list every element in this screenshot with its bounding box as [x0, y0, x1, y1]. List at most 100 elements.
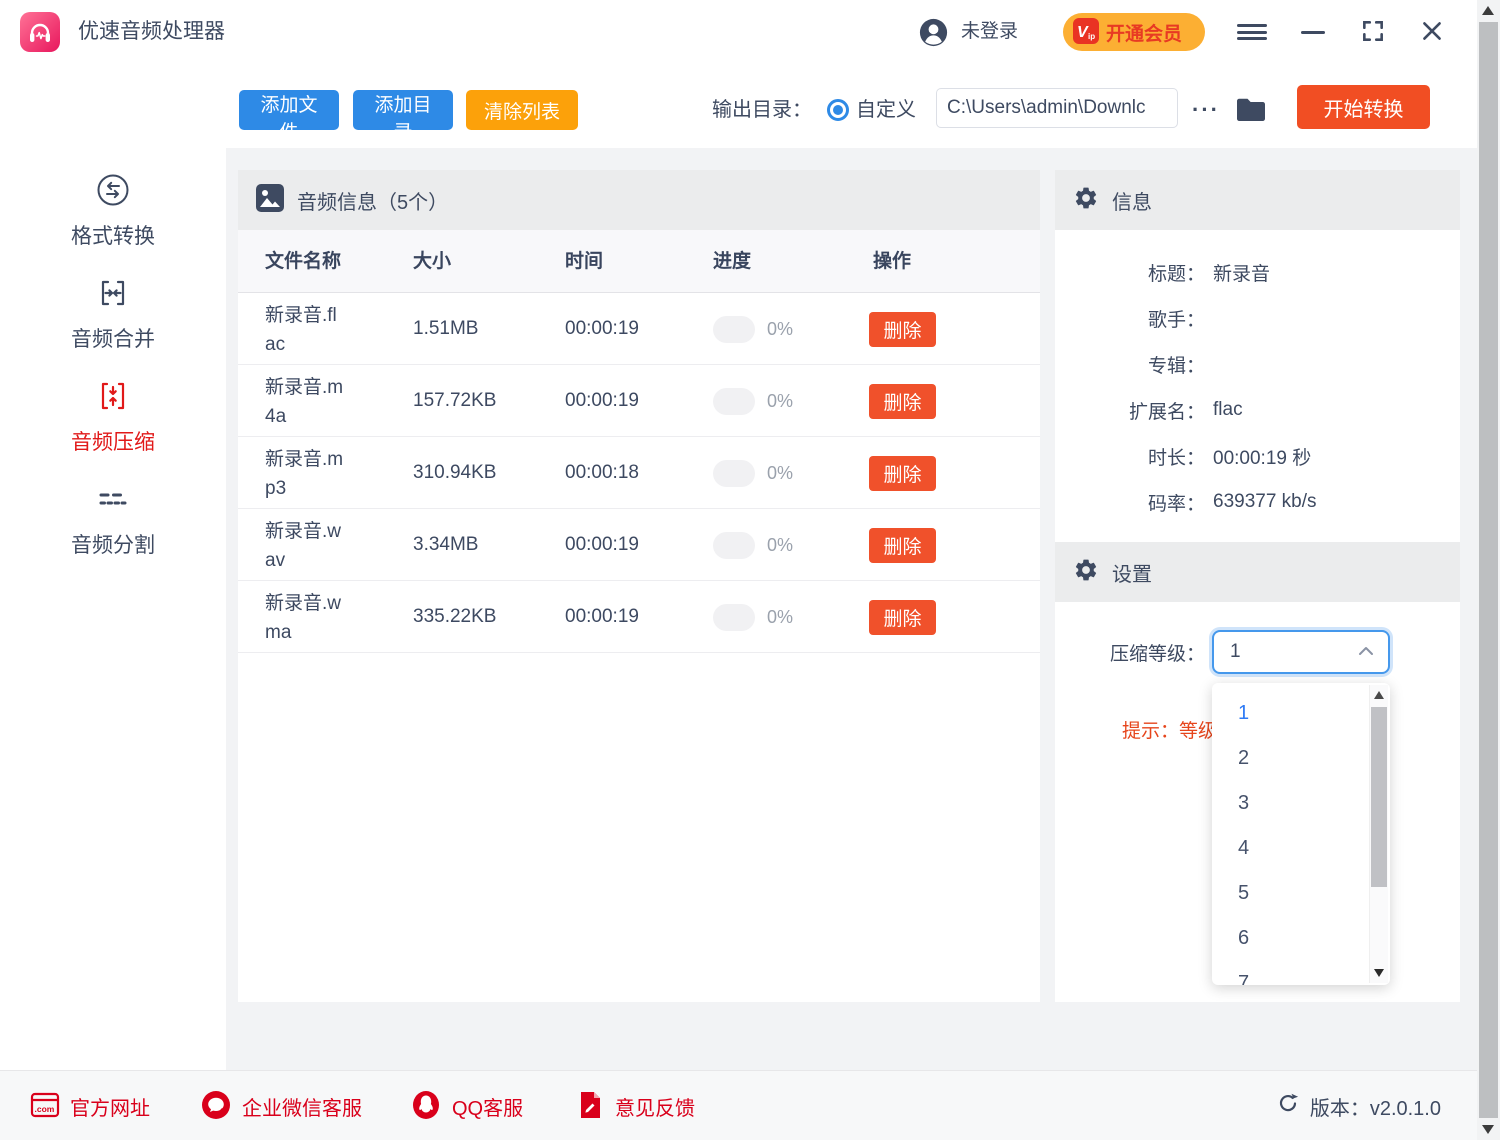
audio-info-panel: 音频信息（5个） 文件名称 大小 时间 进度 操作 新录音.flac 1.51M…	[238, 170, 1040, 1002]
delete-button[interactable]: 删除	[869, 600, 936, 635]
login-status[interactable]: 未登录	[961, 0, 1018, 64]
app-title: 优速音频处理器	[78, 0, 225, 64]
audio-split-icon	[95, 505, 131, 520]
official-website-link[interactable]: .com 官方网址	[30, 1071, 150, 1140]
selected-level-value: 1	[1230, 641, 1241, 663]
column-time: 时间	[565, 230, 603, 293]
file-progress: 0%	[713, 437, 793, 509]
dropdown-option-6[interactable]: 6	[1212, 916, 1368, 961]
folder-icon	[1235, 111, 1267, 126]
sidebar-item-audio-merge[interactable]: 音频合并	[0, 275, 226, 353]
dropdown-options: 1 2 3 4 5 6 7	[1212, 691, 1368, 985]
minimize-icon	[1301, 31, 1325, 34]
refresh-icon[interactable]	[1276, 1091, 1300, 1121]
scroll-down-icon[interactable]	[1374, 969, 1384, 977]
app-logo-icon	[20, 12, 60, 52]
settings-header: 设置	[1055, 542, 1460, 602]
dropdown-option-4[interactable]: 4	[1212, 826, 1368, 871]
output-dir-label: 输出目录：	[712, 90, 812, 130]
sidebar-item-label: 格式转换	[0, 220, 226, 250]
maximize-icon	[1360, 18, 1386, 47]
file-size: 1.51MB	[413, 293, 478, 365]
dropdown-option-3[interactable]: 3	[1212, 781, 1368, 826]
file-size: 157.72KB	[413, 365, 496, 437]
dropdown-option-7[interactable]: 7	[1212, 961, 1368, 985]
info-field-extension: 扩展名：flac	[1055, 387, 1460, 433]
scroll-down-icon[interactable]	[1482, 1125, 1494, 1134]
progress-pill	[713, 604, 755, 631]
file-name: 新录音.wav	[265, 517, 347, 575]
sidebar-item-audio-split[interactable]: 音频分割	[0, 481, 226, 559]
info-field-duration: 时长：00:00:19 秒	[1055, 433, 1460, 479]
delete-button[interactable]: 删除	[869, 456, 936, 491]
file-progress: 0%	[713, 509, 793, 581]
add-directory-button[interactable]: 添加目录	[353, 90, 453, 130]
column-progress: 进度	[713, 230, 751, 293]
file-name: 新录音.flac	[265, 301, 347, 359]
wechat-support-link[interactable]: 企业微信客服	[200, 1071, 362, 1140]
dropdown-option-2[interactable]: 2	[1212, 736, 1368, 781]
sidebar-item-audio-compress[interactable]: 音频压缩	[0, 378, 226, 456]
info-field-artist: 歌手：	[1055, 295, 1460, 341]
table-row: 新录音.flac 1.51MB 00:00:19 0% 删除	[238, 293, 1040, 365]
file-size: 310.94KB	[413, 437, 496, 509]
feedback-link[interactable]: 意见反馈	[575, 1071, 695, 1140]
delete-button[interactable]: 删除	[869, 384, 936, 419]
output-path-input[interactable]	[936, 88, 1178, 128]
file-progress: 0%	[713, 293, 793, 365]
toolbar: 添加文件 添加目录 清除列表 输出目录： 自定义 ··· 开始转换	[226, 64, 1477, 148]
svg-text:ip: ip	[1088, 32, 1095, 41]
file-time: 00:00:19	[565, 509, 639, 581]
dropdown-scrollbar[interactable]	[1369, 685, 1388, 983]
settings-title: 设置	[1112, 558, 1152, 587]
clear-list-button[interactable]: 清除列表	[466, 90, 578, 130]
gear-icon	[1073, 557, 1099, 588]
close-button[interactable]	[1412, 0, 1452, 64]
qq-support-link[interactable]: QQ客服	[410, 1071, 523, 1140]
info-title: 信息	[1112, 186, 1152, 215]
file-size: 3.34MB	[413, 509, 478, 581]
app-window: 优速音频处理器 未登录 V ip 开通会员	[0, 0, 1500, 1140]
info-field-album: 专辑：	[1055, 341, 1460, 387]
user-avatar-icon[interactable]	[919, 18, 948, 47]
minimize-button[interactable]	[1293, 0, 1333, 64]
compression-level-select[interactable]: 1	[1212, 630, 1390, 674]
browse-more-button[interactable]: ···	[1184, 90, 1228, 130]
table-row: 新录音.m4a 157.72KB 00:00:19 0% 删除	[238, 365, 1040, 437]
format-convert-icon	[95, 196, 131, 211]
titlebar: 优速音频处理器 未登录 V ip 开通会员	[0, 0, 1477, 64]
wechat-icon	[200, 1089, 232, 1124]
svg-text:.com: .com	[35, 1104, 55, 1114]
add-file-button[interactable]: 添加文件	[239, 90, 339, 130]
menu-button[interactable]	[1232, 0, 1272, 64]
delete-button[interactable]: 删除	[869, 528, 936, 563]
delete-button[interactable]: 删除	[869, 312, 936, 347]
scroll-up-icon[interactable]	[1374, 691, 1384, 699]
dropdown-scrollbar-thumb[interactable]	[1371, 707, 1387, 887]
info-fields: 标题：新录音 歌手： 专辑： 扩展名：flac 时长：00:00:19 秒 码率…	[1055, 249, 1460, 525]
open-folder-button[interactable]	[1229, 90, 1273, 130]
table-row: 新录音.wma 335.22KB 00:00:19 0% 删除	[238, 581, 1040, 653]
start-convert-button[interactable]: 开始转换	[1297, 85, 1430, 129]
audio-merge-icon	[95, 299, 131, 314]
audio-info-title: 音频信息（5个）	[297, 186, 448, 215]
custom-radio[interactable]	[827, 99, 849, 121]
column-action: 操作	[873, 230, 911, 293]
scroll-up-icon[interactable]	[1482, 6, 1494, 15]
dropdown-option-5[interactable]: 5	[1212, 871, 1368, 916]
sidebar-item-format-convert[interactable]: 格式转换	[0, 172, 226, 250]
vip-label: 开通会员	[1106, 19, 1182, 46]
open-vip-button[interactable]: V ip 开通会员	[1063, 13, 1205, 51]
file-progress: 0%	[713, 365, 793, 437]
compression-level-dropdown: 1 2 3 4 5 6 7	[1212, 683, 1390, 985]
audio-compress-icon	[95, 402, 131, 417]
column-filename: 文件名称	[265, 230, 341, 293]
file-name: 新录音.m4a	[265, 373, 347, 431]
progress-pill	[713, 460, 755, 487]
file-name: 新录音.mp3	[265, 445, 347, 503]
window-scrollbar[interactable]	[1477, 0, 1500, 1140]
window-scrollbar-thumb[interactable]	[1479, 22, 1498, 1118]
sidebar-item-label: 音频压缩	[0, 426, 226, 456]
maximize-button[interactable]	[1353, 0, 1393, 64]
dropdown-option-1[interactable]: 1	[1212, 691, 1368, 736]
